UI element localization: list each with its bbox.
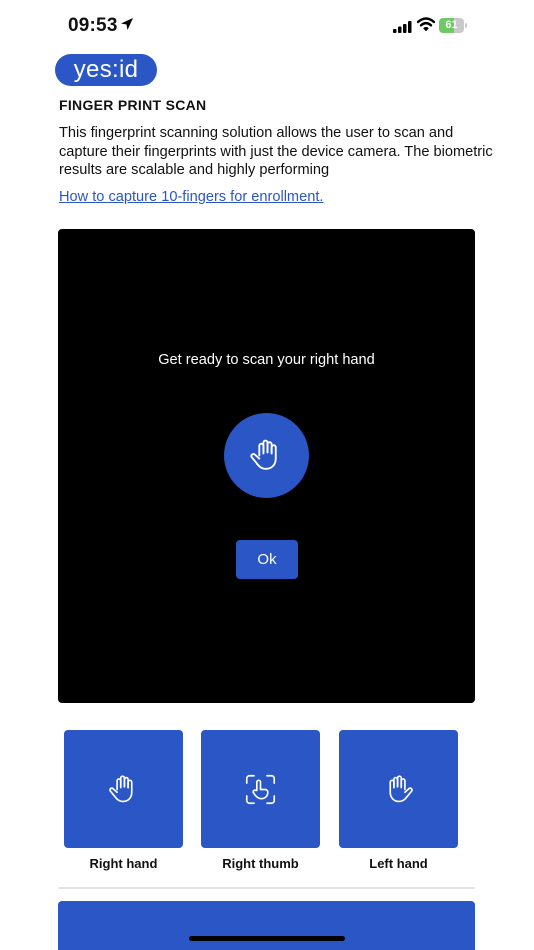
battery-cap (465, 23, 467, 28)
battery-icon: 61 (439, 18, 467, 33)
cellular-signal-icon (393, 20, 413, 38)
ok-button[interactable]: Ok (236, 540, 298, 579)
left-hand-icon (389, 775, 413, 803)
right-hand-button[interactable] (64, 730, 183, 848)
description-text: This fingerprint scanning solution allow… (59, 125, 493, 178)
left-hand-button[interactable] (339, 730, 458, 848)
wifi-icon (416, 17, 436, 36)
battery-level: 61 (445, 19, 458, 31)
thumb-scan-icon (245, 774, 276, 805)
home-indicator (189, 936, 345, 941)
scan-prompt: Get ready to scan your right hand (158, 352, 375, 368)
location-arrow-icon (120, 17, 134, 36)
divider (58, 887, 475, 889)
status-time: 09:53 (68, 15, 118, 36)
right-hand-icon (109, 775, 133, 803)
status-bar: 09:53 61 (0, 0, 534, 52)
camera-view: Get ready to scan your right hand Ok (58, 229, 475, 703)
left-hand-label: Left hand (369, 856, 428, 871)
enrollment-help-link[interactable]: How to capture 10-fingers for enrollment… (59, 189, 323, 205)
right-thumb-label: Right thumb (222, 856, 299, 871)
bottom-action-button[interactable] (58, 901, 475, 950)
page-title: FINGER PRINT SCAN (59, 97, 207, 113)
right-hand-label: Right hand (89, 856, 158, 871)
battery-body: 61 (439, 18, 464, 33)
brand-logo: yes:id (55, 54, 157, 86)
right-thumb-button[interactable] (201, 730, 320, 848)
raised-hand-icon (224, 413, 309, 498)
